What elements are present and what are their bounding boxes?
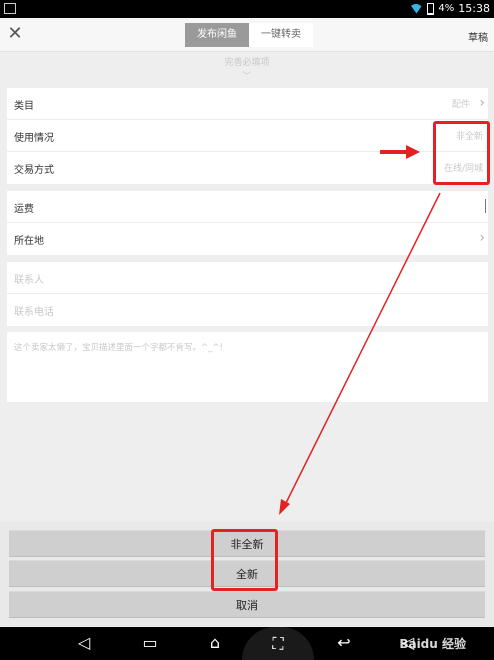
cancel-button[interactable]: 取消: [9, 591, 485, 618]
condition-label: 使用情况: [14, 133, 54, 144]
highlight-box-value: [433, 121, 490, 185]
chevron-down-icon: ﹀: [242, 72, 252, 82]
clock: 15:38: [458, 2, 490, 15]
back-icon[interactable]: ↩: [333, 633, 355, 653]
top-bar: ✕ 发布闲鱼 一键转卖 草稿: [0, 18, 494, 52]
screenshot-icon[interactable]: ⛶: [242, 627, 314, 660]
required-hint: 完善必填项: [224, 58, 270, 68]
highlight-box-options: [211, 529, 278, 591]
contact-name-placeholder: 联系人: [14, 275, 44, 286]
contact-phone-placeholder: 联系电话: [14, 307, 54, 318]
form-group-contact: 联系人 联系电话: [7, 262, 488, 326]
volume-down-icon[interactable]: ◁: [74, 633, 94, 653]
category-value: 配件: [451, 100, 470, 110]
description-placeholder: 这个卖家太懒了，宝贝描述里面一个字都不肯写。^_^!: [14, 343, 223, 353]
status-bar: 4% 15:38: [0, 0, 494, 18]
notification-image-icon: [4, 3, 16, 14]
text-cursor: [485, 199, 486, 213]
row-location[interactable]: 所在地 ›: [7, 223, 488, 255]
draft-button[interactable]: 草稿: [468, 29, 488, 44]
status-icons: 4% 15:38: [409, 2, 490, 15]
contact-name-field[interactable]: 联系人: [7, 262, 488, 294]
row-condition[interactable]: 使用情况 非全新: [7, 120, 488, 152]
wifi-icon: [409, 3, 424, 14]
shipping-fee-label: 运费: [14, 204, 34, 215]
tab-publish-xianyu[interactable]: 发布闲鱼: [185, 23, 249, 47]
form-group-item-info: 类目 配件 › 使用情况 非全新 交易方式 在线/同城: [7, 88, 488, 184]
chevron-right-icon: ›: [479, 95, 485, 111]
battery-percent: 4%: [438, 3, 455, 14]
battery-icon: [427, 2, 435, 15]
trade-method-label: 交易方式: [14, 165, 54, 176]
recents-icon[interactable]: ▭: [140, 633, 160, 653]
row-shipping-fee[interactable]: 运费: [7, 191, 488, 223]
form-group-shipping: 运费 所在地 ›: [7, 191, 488, 255]
chevron-right-icon: ›: [479, 230, 485, 246]
system-nav-bar: ◁ ▭ ⌂ ⛶ ↩ ◁ Baidu 经验: [0, 627, 494, 660]
description-field[interactable]: 这个卖家太懒了，宝贝描述里面一个字都不肯写。^_^!: [7, 332, 488, 402]
location-label: 所在地: [14, 236, 44, 247]
row-trade-method[interactable]: 交易方式 在线/同城: [7, 152, 488, 184]
row-category[interactable]: 类目 配件 ›: [7, 88, 488, 120]
contact-phone-field[interactable]: 联系电话: [7, 294, 488, 326]
home-icon[interactable]: ⌂: [203, 633, 227, 653]
tab-one-click-resell[interactable]: 一键转卖: [249, 23, 313, 47]
category-label: 类目: [14, 101, 34, 112]
publish-mode-segment: 发布闲鱼 一键转卖: [185, 23, 313, 47]
baidu-watermark: Baidu 经验: [399, 637, 466, 651]
close-icon[interactable]: ✕: [6, 25, 24, 43]
